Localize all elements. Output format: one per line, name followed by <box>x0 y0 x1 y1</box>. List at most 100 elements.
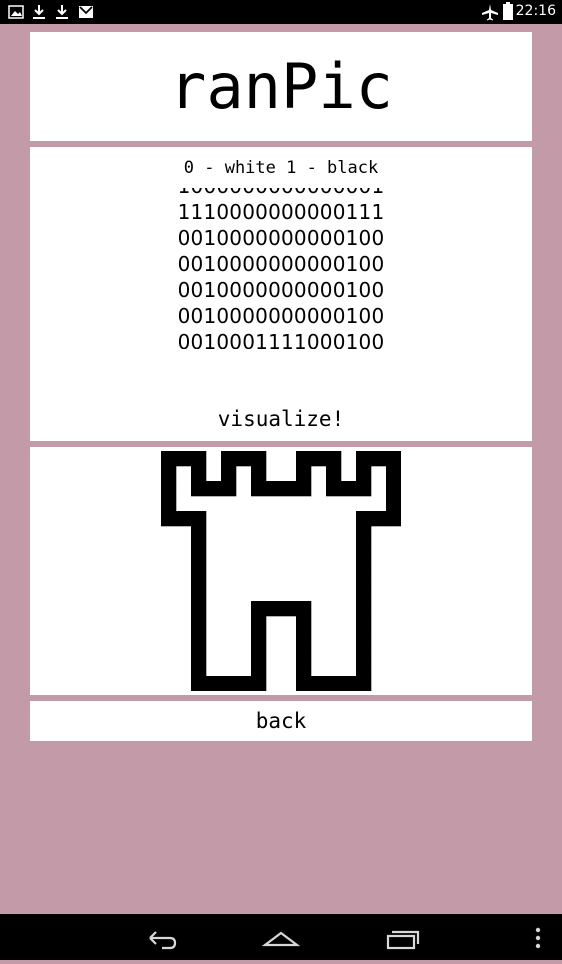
pixel-picture <box>161 451 401 691</box>
pixel <box>356 571 372 587</box>
pixel <box>161 481 177 497</box>
matrix-row: 1110000000000111 <box>177 200 385 224</box>
pixel <box>296 616 312 632</box>
pixel <box>296 451 312 467</box>
battery-icon <box>503 2 513 24</box>
pixel <box>251 676 267 691</box>
pixel <box>356 466 372 482</box>
pixel <box>236 451 252 467</box>
pixel <box>356 556 372 572</box>
pixel <box>251 451 267 467</box>
pixel <box>236 676 252 691</box>
matrix-input[interactable]: 1000000000000001111000000000011100100000… <box>30 188 532 349</box>
matrix-row: 0010000000000100 <box>177 226 385 250</box>
pixel <box>341 676 357 691</box>
pixel <box>221 676 237 691</box>
pixel <box>386 481 401 497</box>
pixel <box>296 601 312 617</box>
pixel <box>191 601 207 617</box>
pixel <box>191 511 207 527</box>
pixel <box>191 481 207 497</box>
pixel <box>221 451 237 467</box>
download-icon <box>32 4 46 24</box>
pixel <box>386 496 401 512</box>
pixel <box>206 481 222 497</box>
home-nav-icon[interactable] <box>259 914 303 960</box>
pixel <box>356 676 372 691</box>
pixel <box>191 616 207 632</box>
pixel <box>206 676 222 691</box>
pixel <box>356 631 372 647</box>
pixel <box>251 661 267 677</box>
pixel <box>191 586 207 602</box>
pixel <box>341 481 357 497</box>
pixel <box>386 511 401 527</box>
pixel <box>296 466 312 482</box>
overflow-menu-icon[interactable] <box>530 914 546 960</box>
pixel <box>251 481 267 497</box>
airplane-mode-icon <box>481 3 499 25</box>
download-icon <box>55 4 69 24</box>
pixel <box>191 466 207 482</box>
pixel <box>356 451 372 467</box>
pixel <box>161 496 177 512</box>
matrix-editor-card: 0 - white 1 - black 10000000000000011110… <box>30 147 532 441</box>
pixel <box>251 631 267 647</box>
title-card: ranPic <box>30 32 532 141</box>
pixel <box>251 646 267 662</box>
gmail-icon <box>78 4 94 23</box>
pixel <box>191 571 207 587</box>
pixel <box>176 451 192 467</box>
pixel <box>386 466 401 482</box>
pixel <box>356 601 372 617</box>
matrix-row: 0010001111000100 <box>177 330 385 349</box>
recents-nav-icon[interactable] <box>380 914 424 960</box>
pixel <box>191 646 207 662</box>
pixel <box>266 481 282 497</box>
pixel <box>251 466 267 482</box>
pixel <box>251 601 267 617</box>
pixel <box>326 676 342 691</box>
pixel <box>296 661 312 677</box>
color-legend: 0 - white 1 - black <box>183 158 379 178</box>
matrix-text[interactable]: 1000000000000001111000000000011100100000… <box>30 188 532 349</box>
pixel <box>296 631 312 647</box>
pixel <box>371 451 387 467</box>
pixel <box>191 631 207 647</box>
picture-card <box>30 447 532 695</box>
pixel <box>266 601 282 617</box>
pixel <box>356 586 372 602</box>
pixel <box>356 661 372 677</box>
pixel <box>296 481 312 497</box>
pixel <box>356 526 372 542</box>
visualize-button[interactable]: visualize! <box>30 405 532 433</box>
pixel <box>251 616 267 632</box>
pixel <box>191 451 207 467</box>
pixel <box>161 511 177 527</box>
pixel <box>281 481 297 497</box>
back-button-label: back <box>255 709 307 733</box>
pixel <box>356 616 372 632</box>
pixel <box>356 541 372 557</box>
pixel <box>326 466 342 482</box>
pixel <box>356 481 372 497</box>
matrix-row: 0010000000000100 <box>177 304 385 328</box>
matrix-row: 1000000000000001 <box>30 188 532 199</box>
pixel <box>386 451 401 467</box>
app-title: ranPic <box>169 50 393 123</box>
matrix-row: 0010000000000100 <box>177 252 385 276</box>
pixel <box>191 541 207 557</box>
pixel <box>161 466 177 482</box>
pixel <box>221 481 237 497</box>
pixel <box>161 451 177 467</box>
navigation-bar <box>0 914 562 960</box>
status-bar: 22:16 <box>0 0 562 24</box>
pixel <box>311 451 327 467</box>
pixel <box>356 646 372 662</box>
back-nav-icon[interactable] <box>140 914 184 960</box>
image-notification-icon <box>8 4 24 23</box>
pixel <box>371 511 387 527</box>
pixel <box>191 526 207 542</box>
pixel <box>191 661 207 677</box>
back-button[interactable]: back <box>30 701 532 741</box>
